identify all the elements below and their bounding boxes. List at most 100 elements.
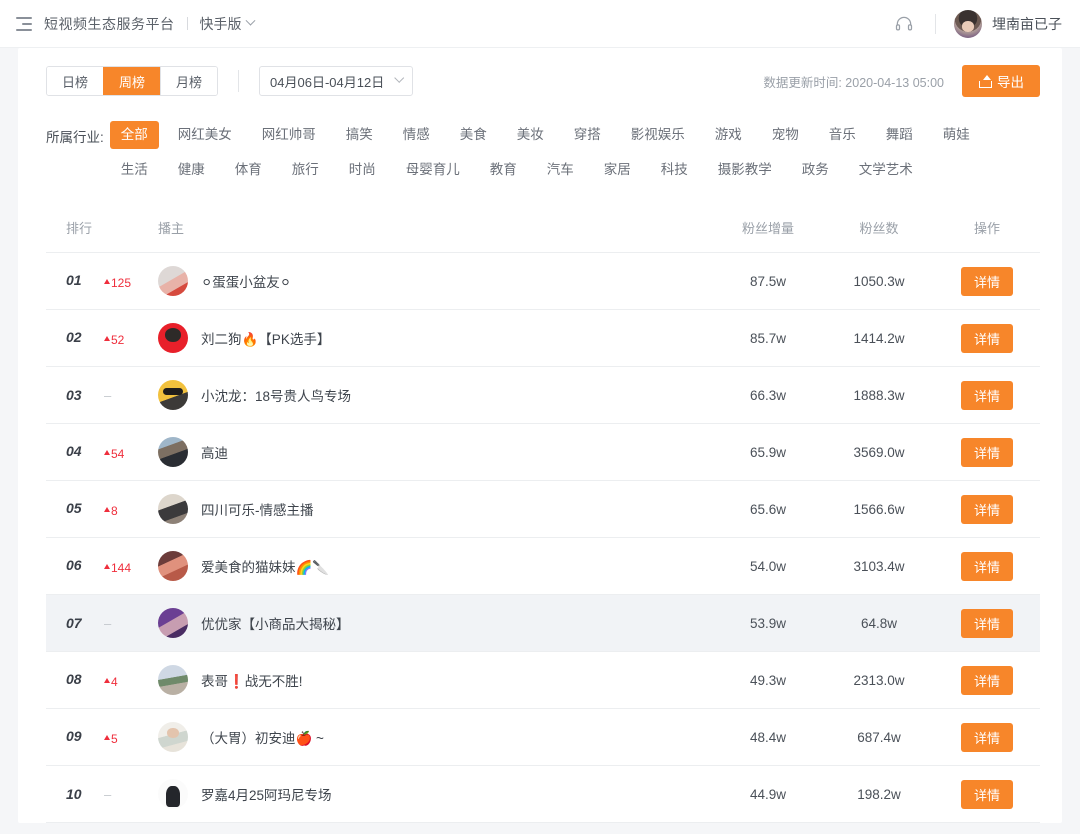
industry-tag[interactable]: 搞笑 [335,121,384,149]
table-row[interactable]: 04 54 高迪 65.9w 3569.0w 详情 [46,424,1040,481]
header-divider-2 [935,13,936,34]
industry-tag[interactable]: 摄影教学 [707,156,783,184]
detail-button[interactable]: 详情 [960,608,1013,638]
rank-delta: 125 [104,276,131,290]
cell-fans-increase: 48.4w [749,729,787,745]
host-name[interactable]: 罗嘉4月25阿玛尼专场 [201,784,332,804]
cell-fans-increase: 87.5w [749,273,787,289]
detail-button[interactable]: 详情 [960,380,1013,410]
username[interactable]: 埋南亩已子 [992,14,1062,34]
page-content: 日榜 周榜 月榜 04月06日-04月12日 数据更新时间: 2020-04-1… [0,48,1080,823]
industry-tag[interactable]: 家居 [593,156,642,184]
detail-button[interactable]: 详情 [960,779,1013,809]
detail-button[interactable]: 详情 [960,722,1013,752]
industry-tag[interactable]: 网红美女 [167,121,243,149]
table-row[interactable]: 08 4 表哥❗战无不胜! 49.3w 2313.0w 详情 [46,652,1040,709]
host-avatar [158,608,188,638]
table-row[interactable]: 09 5 （大胃）初安迪🍎 ~ 48.4w 687.4w 详情 [46,709,1040,766]
ranking-table: 排行 播主 粉丝增量 粉丝数 操作 01 125 ⚪蛋蛋小盆友⚪ 87.5w 1050.… [46,204,1040,823]
detail-button[interactable]: 详情 [960,494,1013,524]
industry-tag[interactable]: 健康 [167,156,216,184]
industry-tag[interactable]: 舞蹈 [875,121,924,149]
industry-tag[interactable]: 情感 [392,121,441,149]
table-row[interactable]: 10 – 罗嘉4月25阿玛尼专场 44.9w 198.2w 详情 [46,766,1040,823]
export-button[interactable]: 导出 [962,65,1040,97]
host-avatar [158,266,188,296]
rank-delta-value: 144 [111,560,132,575]
header-divider [186,17,188,30]
host-name[interactable]: 优优家【小商品大揭秘】 [201,613,350,633]
rank-delta-value: 4 [111,674,118,689]
controls-right: 数据更新时间: 2020-04-13 05:00 导出 [763,65,1040,97]
industry-tag[interactable]: 音乐 [818,121,867,149]
industry-tag[interactable]: 萌娃 [932,121,981,149]
industry-tag[interactable]: 宠物 [761,121,810,149]
industry-tag[interactable]: 生活 [110,156,159,184]
host-name[interactable]: 刘二狗🔥【PK选手】 [201,328,330,348]
industry-tag[interactable]: 美食 [449,121,498,149]
rank-delta-value: 125 [111,275,132,290]
table-row[interactable]: 07 – 优优家【小商品大揭秘】 53.9w 64.8w 详情 [46,594,1040,652]
col-action: 操作 [934,204,1040,253]
industry-tag[interactable]: 穿搭 [563,121,612,149]
tab-weekly[interactable]: 周榜 [103,67,161,95]
table-row[interactable]: 02 52 刘二狗🔥【PK选手】 85.7w 1414.2w 详情 [46,310,1040,367]
rank-delta-value: 52 [111,332,125,347]
industry-tag[interactable]: 全部 [109,121,159,149]
industry-tag[interactable]: 游戏 [704,121,753,149]
tab-monthly[interactable]: 月榜 [160,67,218,95]
detail-button[interactable]: 详情 [960,266,1013,296]
industry-tag[interactable]: 旅行 [281,156,330,184]
industry-tag[interactable]: 体育 [224,156,273,184]
chevron-down-icon [245,15,255,26]
cell-rank: 09 5 [46,709,158,766]
cell-action: 详情 [934,253,1040,310]
table-row[interactable]: 03 – 小沈龙：18号贵人鸟专场 66.3w 1888.3w 详情 [46,367,1040,424]
cell-fans-total: 1566.6w [853,501,905,517]
table-row[interactable]: 05 8 四川可乐-情感主播 65.6w 1566.6w 详情 [46,481,1040,538]
rank-delta: 8 [104,504,118,518]
detail-button[interactable]: 详情 [960,437,1013,467]
host-name[interactable]: 爱美食的猫妹妹🌈🔪 [201,556,329,576]
industry-tag[interactable]: 时尚 [338,156,387,184]
detail-button[interactable]: 详情 [960,551,1013,581]
host-name[interactable]: 高迪 [201,442,228,462]
cell-fans-increase: 44.9w [749,786,787,802]
industry-tag[interactable]: 文学艺术 [848,156,924,184]
host-name[interactable]: 四川可乐-情感主播 [201,499,314,519]
industry-tag[interactable]: 科技 [650,156,699,184]
host-avatar [158,380,188,410]
industry-tag[interactable]: 教育 [479,156,528,184]
industry-tag[interactable]: 政务 [791,156,840,184]
table-row[interactable]: 06 144 爱美食的猫妹妹🌈🔪 54.0w 3103.4w 详情 [46,538,1040,595]
host-name[interactable]: （大胃）初安迪🍎 ~ [201,727,324,747]
host-name[interactable]: 小沈龙：18号贵人鸟专场 [201,385,351,405]
host-name[interactable]: ⚪蛋蛋小盆友⚪ [201,271,291,291]
hamburger-list-icon[interactable] [16,16,32,31]
headset-icon[interactable] [891,11,917,37]
industry-tag[interactable]: 汽车 [536,156,585,184]
arrow-up-icon [104,450,110,456]
industry-tag[interactable]: 影视娱乐 [620,121,696,149]
cell-fans-total: 687.4w [857,729,901,745]
tab-daily[interactable]: 日榜 [47,67,104,95]
col-rank: 排行 [46,204,158,253]
date-range-picker[interactable]: 04月06日-04月12日 [259,66,414,96]
avatar[interactable] [954,9,982,38]
table-row[interactable]: 01 125 ⚪蛋蛋小盆友⚪ 87.5w 1050.3w 详情 [46,253,1040,310]
industry-tag[interactable]: 母婴育儿 [395,156,471,184]
host-name[interactable]: 表哥❗战无不胜! [201,670,303,690]
cell-action: 详情 [934,766,1040,823]
arrow-up-icon [104,507,110,513]
edition-switcher[interactable]: 快手版 [199,14,255,34]
detail-button[interactable]: 详情 [960,665,1013,695]
cell-fans-increase: 65.9w [749,444,787,460]
cell-rank: 03 – [46,367,158,424]
industry-tag[interactable]: 网红帅哥 [251,121,327,149]
industry-tag[interactable]: 美妆 [506,121,555,149]
cell-rank: 01 125 [46,253,158,310]
host-avatar [158,437,188,467]
edition-label: 快手版 [199,15,242,32]
industry-tag-list: 全部 网红美女 网红帅哥 搞笑 情感 美食 美妆 穿搭 影视娱乐 游戏 宠物 音乐 舞蹈 萌娃生活 健康 体育… [109,120,1038,190]
detail-button[interactable]: 详情 [960,323,1013,353]
